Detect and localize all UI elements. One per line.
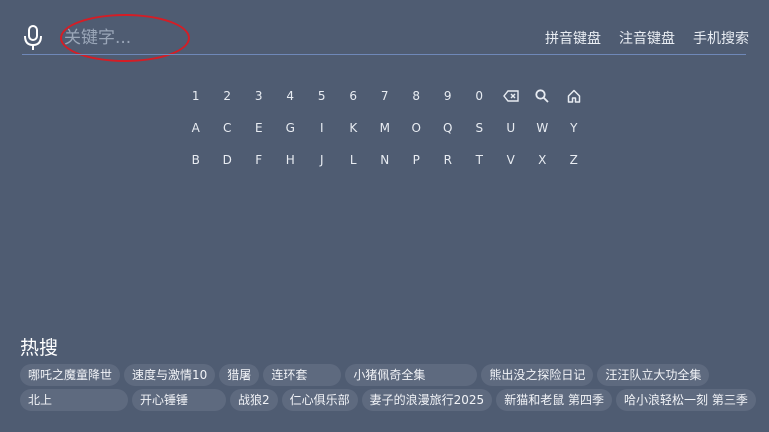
backspace-icon — [502, 90, 519, 102]
key-d[interactable]: D — [212, 153, 244, 167]
key-e[interactable]: E — [243, 121, 275, 135]
hot-search-chip[interactable]: 速度与激情10 — [124, 364, 216, 386]
tab-pinyin-keyboard[interactable]: 拼音键盘 — [545, 28, 601, 48]
key-v[interactable]: V — [495, 153, 527, 167]
hot-search-chip[interactable]: 开心锤锤 — [132, 389, 226, 411]
key-i[interactable]: I — [306, 121, 338, 135]
key-c[interactable]: C — [212, 121, 244, 135]
tab-phone-search[interactable]: 手机搜索 — [693, 28, 749, 48]
hot-search-chip[interactable]: 战狼2 — [230, 389, 278, 411]
search-underline — [22, 54, 746, 55]
key-1[interactable]: 1 — [180, 89, 212, 103]
microphone-icon[interactable] — [22, 24, 44, 52]
hot-search-chip[interactable]: 仁心俱乐部 — [281, 389, 358, 411]
key-3[interactable]: 3 — [243, 89, 275, 103]
hot-search-chip[interactable]: 熊出没之探险日记 — [481, 364, 594, 386]
hot-search-chip[interactable]: 哈小浪轻松一刻 第三季 — [616, 389, 756, 411]
hot-search-chip[interactable]: 连环套 — [263, 364, 342, 386]
tab-zhuyin-keyboard[interactable]: 注音键盘 — [619, 28, 675, 48]
hot-search-list: 哪吒之魔童降世 速度与激情10 猎屠 连环套 小猪佩奇全集 熊出没之探险日记 汪… — [20, 364, 769, 414]
key-o[interactable]: O — [401, 121, 433, 135]
key-g[interactable]: G — [275, 121, 307, 135]
hot-search-chip[interactable]: 汪汪队立大功全集 — [597, 364, 710, 386]
home-key[interactable] — [558, 89, 590, 103]
hot-search-chip[interactable]: 新猫和老鼠 第四季 — [496, 389, 613, 411]
hot-search-title: 热搜 — [20, 337, 59, 359]
hot-search-row: 哪吒之魔童降世 速度与激情10 猎屠 连环套 小猪佩奇全集 熊出没之探险日记 汪… — [20, 364, 769, 386]
hot-search-chip[interactable]: 妻子的浪漫旅行2025 — [361, 389, 493, 411]
onscreen-keyboard: 1 2 3 4 5 6 7 8 9 0 A C E G I K M O Q S … — [180, 80, 590, 176]
key-p[interactable]: P — [401, 153, 433, 167]
key-n[interactable]: N — [369, 153, 401, 167]
key-7[interactable]: 7 — [369, 89, 401, 103]
key-5[interactable]: 5 — [306, 89, 338, 103]
key-u[interactable]: U — [495, 121, 527, 135]
key-w[interactable]: W — [527, 121, 559, 135]
search-key[interactable] — [527, 89, 559, 103]
hot-search-chip[interactable]: 小猪佩奇全集 — [345, 364, 478, 386]
key-l[interactable]: L — [338, 153, 370, 167]
search-icon — [535, 89, 549, 103]
key-t[interactable]: T — [464, 153, 496, 167]
key-s[interactable]: S — [464, 121, 496, 135]
keyboard-mode-tabs: 拼音键盘 注音键盘 手机搜索 — [545, 28, 749, 48]
key-z[interactable]: Z — [558, 153, 590, 167]
key-9[interactable]: 9 — [432, 89, 464, 103]
key-j[interactable]: J — [306, 153, 338, 167]
search-input[interactable] — [64, 24, 484, 52]
key-y[interactable]: Y — [558, 121, 590, 135]
hot-search-chip[interactable]: 猎屠 — [219, 364, 260, 386]
hot-search-chip[interactable]: 北上 — [20, 389, 128, 411]
key-4[interactable]: 4 — [275, 89, 307, 103]
key-b[interactable]: B — [180, 153, 212, 167]
hot-search-chip[interactable]: 哪吒之魔童降世 — [20, 364, 121, 386]
keyboard-row-letters-2: B D F H J L N P R T V X Z — [180, 144, 590, 176]
key-a[interactable]: A — [180, 121, 212, 135]
backspace-key[interactable] — [495, 90, 527, 102]
key-0[interactable]: 0 — [464, 89, 496, 103]
key-m[interactable]: M — [369, 121, 401, 135]
key-r[interactable]: R — [432, 153, 464, 167]
keyboard-row-digits: 1 2 3 4 5 6 7 8 9 0 — [180, 80, 590, 112]
key-x[interactable]: X — [527, 153, 559, 167]
key-h[interactable]: H — [275, 153, 307, 167]
key-2[interactable]: 2 — [212, 89, 244, 103]
key-k[interactable]: K — [338, 121, 370, 135]
key-q[interactable]: Q — [432, 121, 464, 135]
search-bar: 拼音键盘 注音键盘 手机搜索 — [22, 14, 749, 62]
hot-search-row: 北上 开心锤锤 战狼2 仁心俱乐部 妻子的浪漫旅行2025 新猫和老鼠 第四季 … — [20, 389, 769, 411]
keyboard-row-letters-1: A C E G I K M O Q S U W Y — [180, 112, 590, 144]
key-6[interactable]: 6 — [338, 89, 370, 103]
home-icon — [567, 89, 580, 103]
key-8[interactable]: 8 — [401, 89, 433, 103]
key-f[interactable]: F — [243, 153, 275, 167]
